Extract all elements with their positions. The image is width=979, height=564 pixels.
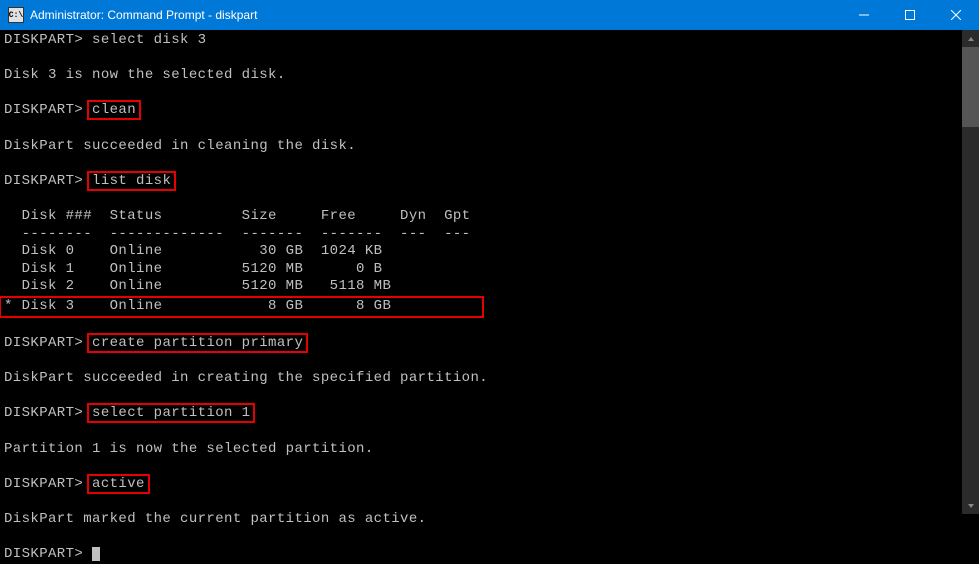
output-create-partition: DiskPart succeeded in creating the speci… <box>4 370 488 386</box>
output-clean-success: DiskPart succeeded in cleaning the disk. <box>4 138 356 154</box>
window-controls <box>841 0 979 30</box>
highlight-list-disk: list disk <box>87 171 176 191</box>
highlight-create-partition: create partition primary <box>87 333 308 353</box>
cursor <box>92 547 100 561</box>
prompt: DISKPART> <box>4 546 83 562</box>
prompt: DISKPART> <box>4 32 83 48</box>
close-button[interactable] <box>933 0 979 30</box>
maximize-button[interactable] <box>887 0 933 30</box>
minimize-button[interactable] <box>841 0 887 30</box>
highlight-select-partition: select partition 1 <box>87 403 255 423</box>
table-divider: -------- ------------- ------- ------- -… <box>4 226 470 242</box>
table-header: Disk ### Status Size Free Dyn Gpt <box>4 208 470 224</box>
terminal-output[interactable]: DISKPART> select disk 3 Disk 3 is now th… <box>0 30 962 514</box>
output-selected-partition: Partition 1 is now the selected partitio… <box>4 441 374 457</box>
highlight-active: active <box>87 474 150 494</box>
prompt: DISKPART> <box>4 476 83 492</box>
output-active: DiskPart marked the current partition as… <box>4 511 426 527</box>
cmd-icon: C:\ <box>8 7 24 23</box>
scroll-down-button[interactable] <box>962 497 979 514</box>
highlight-clean: clean <box>87 100 141 120</box>
prompt: DISKPART> <box>4 335 83 351</box>
titlebar: C:\ Administrator: Command Prompt - disk… <box>0 0 979 30</box>
scroll-up-button[interactable] <box>962 30 979 47</box>
cmd-select-disk: select disk 3 <box>83 32 206 48</box>
scrollbar[interactable] <box>962 30 979 514</box>
table-row: Disk 1 Online 5120 MB 0 B <box>4 261 382 277</box>
table-row: Disk 0 Online 30 GB 1024 KB <box>4 243 382 259</box>
table-row: Disk 2 Online 5120 MB 5118 MB <box>4 278 391 294</box>
window-title: Administrator: Command Prompt - diskpart <box>30 8 841 22</box>
output-selected-disk: Disk 3 is now the selected disk. <box>4 67 286 83</box>
prompt: DISKPART> <box>4 102 83 118</box>
prompt: DISKPART> <box>4 173 83 189</box>
scroll-thumb[interactable] <box>962 47 979 127</box>
highlight-disk3-row: * Disk 3 Online 8 GB 8 GB <box>0 296 484 318</box>
prompt: DISKPART> <box>4 405 83 421</box>
terminal-area: DISKPART> select disk 3 Disk 3 is now th… <box>0 30 979 514</box>
